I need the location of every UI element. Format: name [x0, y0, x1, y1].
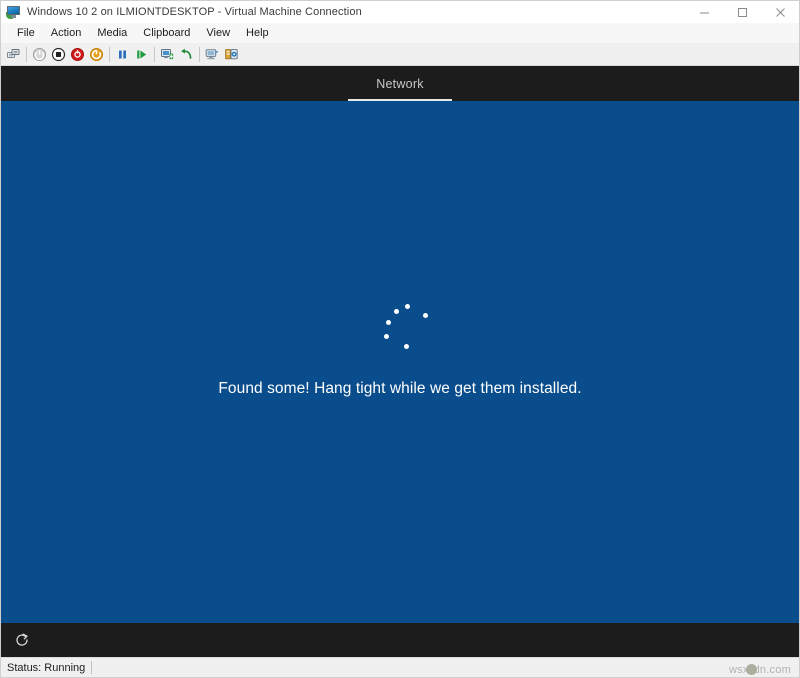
settings-icon[interactable]	[222, 45, 241, 64]
spinner-dot	[386, 320, 391, 325]
toolbar-separator	[26, 46, 27, 62]
pause-icon[interactable]	[113, 45, 132, 64]
menu-item-file[interactable]: File	[9, 25, 43, 41]
oobe-footer-band	[1, 623, 799, 657]
revert-icon[interactable]	[177, 45, 196, 64]
reset-icon[interactable]	[87, 45, 106, 64]
virtual-machine-icon	[6, 4, 22, 20]
toolbar	[1, 43, 799, 66]
oobe-header-band: Network	[1, 66, 799, 101]
menu-item-media[interactable]: Media	[89, 25, 135, 41]
menu-item-clipboard[interactable]: Clipboard	[135, 25, 198, 41]
menu-bar: File Action Media Clipboard View Help	[1, 23, 799, 43]
toolbar-separator	[199, 46, 200, 62]
status-divider	[91, 661, 93, 674]
oobe-body: Found some! Hang tight while we get them…	[1, 101, 799, 623]
vm-viewport[interactable]: Network Found some! Hang tight while we …	[1, 66, 799, 657]
checkpoint-icon[interactable]	[158, 45, 177, 64]
enhanced-session-icon[interactable]	[203, 45, 222, 64]
start-icon[interactable]	[30, 45, 49, 64]
spinner-dot	[394, 309, 399, 314]
spinner-dot	[404, 344, 409, 349]
title-bar: Windows 10 2 on ILMIONTDESKTOP - Virtual…	[1, 1, 799, 23]
ctrl-alt-delete-icon[interactable]	[4, 45, 23, 64]
oobe-message: Found some! Hang tight while we get them…	[218, 380, 582, 397]
window-title: Windows 10 2 on ILMIONTDESKTOP - Virtual…	[27, 6, 362, 18]
toolbar-separator	[109, 46, 110, 62]
shut-down-icon[interactable]	[68, 45, 87, 64]
tab-network[interactable]: Network	[348, 66, 452, 101]
maximize-icon[interactable]	[723, 1, 761, 23]
menu-item-view[interactable]: View	[198, 25, 238, 41]
menu-item-action[interactable]: Action	[43, 25, 90, 41]
close-icon[interactable]	[761, 1, 799, 23]
tab-network-label: Network	[376, 76, 424, 91]
spinner-dot	[384, 334, 389, 339]
minimize-icon[interactable]	[685, 1, 723, 23]
status-bar: Status: Running	[1, 657, 799, 677]
spinner-dot	[405, 304, 410, 309]
toolbar-separator	[154, 46, 155, 62]
menu-item-help[interactable]: Help	[238, 25, 277, 41]
turn-off-icon[interactable]	[49, 45, 68, 64]
resume-icon[interactable]	[132, 45, 151, 64]
spinner-dot	[423, 313, 428, 318]
oobe-content: Found some! Hang tight while we get them…	[1, 296, 799, 398]
window-controls	[685, 1, 799, 23]
virtual-machine-connection-window: Windows 10 2 on ILMIONTDESKTOP - Virtual…	[0, 0, 800, 678]
status-text: Status: Running	[7, 661, 86, 674]
loading-spinner	[372, 296, 428, 352]
ease-of-access-icon[interactable]	[11, 629, 33, 651]
